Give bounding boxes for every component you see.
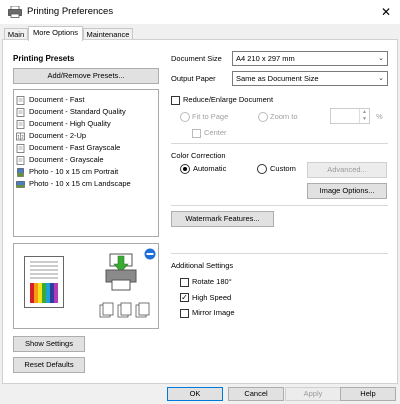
high-speed-label: High Speed [192,293,232,302]
printer-output-icon [105,253,137,291]
divider [171,143,388,144]
center-label: Center [204,128,227,137]
fit-to-page-radio[interactable] [180,112,190,122]
custom-radio[interactable] [257,164,267,174]
list-item[interactable]: Document - Grayscale [16,154,104,166]
photo-icon [17,167,24,177]
up-arrow-icon[interactable]: ▲ [359,109,369,116]
output-paper-label: Output Paper [171,74,216,83]
list-item-label: Document - Fast Grayscale [29,143,121,152]
additional-settings-heading: Additional Settings [171,261,234,270]
divider [171,253,388,254]
list-item-label: Photo - 10 x 15 cm Landscape [29,179,131,188]
automatic-radio[interactable] [180,164,190,174]
page-order-icon [99,302,150,318]
mirror-image-label: Mirror Image [192,308,235,317]
document-size-select[interactable]: A4 210 x 297 mm ⌄ [232,51,388,66]
document-icon [16,107,25,117]
list-item[interactable]: Document - Fast Grayscale [16,142,120,154]
help-button[interactable]: Help [340,387,396,401]
rotate-180-label: Rotate 180° [192,277,232,286]
output-paper-value: Same as Document Size [236,74,319,83]
advanced-button[interactable]: Advanced... [307,162,387,178]
list-item[interactable]: Document - Fast [16,94,84,106]
close-icon[interactable]: ✕ [378,4,394,20]
title-bar: Printing Preferences ✕ [0,0,400,24]
presets-list[interactable]: Document - Fast Document - Standard Qual… [13,89,159,237]
list-item-label: Photo - 10 x 15 cm Portrait [29,167,119,176]
reset-defaults-button[interactable]: Reset Defaults [13,357,85,373]
tab-strip: Main More Options Maintenance [0,24,400,41]
show-settings-button[interactable]: Show Settings [13,336,85,352]
zoom-stepper[interactable]: ▲ ▼ [330,108,370,124]
document-icon [16,143,25,153]
list-item[interactable]: Photo - 10 x 15 cm Landscape [16,178,131,190]
list-item[interactable]: Photo - 10 x 15 cm Portrait [16,166,118,178]
zoom-unit: % [376,112,383,121]
add-remove-presets-button[interactable]: Add/Remove Presets... [13,68,159,84]
list-item[interactable]: Document - High Quality [16,118,111,130]
ok-button[interactable]: OK [167,387,223,401]
list-item[interactable]: 1 2 Document - 2-Up [16,130,86,142]
mirror-image-checkbox[interactable] [180,309,189,318]
apply-button[interactable]: Apply [285,387,341,401]
reduce-enlarge-checkbox[interactable] [171,96,180,105]
photo-icon [16,180,25,188]
list-item-label: Document - High Quality [29,119,111,128]
document-size-value: A4 210 x 297 mm [236,54,295,63]
watermark-features-button[interactable]: Watermark Features... [171,211,274,227]
chevron-down-icon: ⌄ [378,55,384,62]
window-title: Printing Preferences [27,6,114,17]
custom-label: Custom [270,164,296,173]
high-speed-checkbox[interactable]: ✓ [180,293,189,302]
list-item-label: Document - 2-Up [29,131,87,140]
center-checkbox[interactable] [192,129,201,138]
page-preview-icon [24,256,64,308]
tab-more-options[interactable]: More Options [28,26,83,41]
printer-icon [8,6,22,18]
chevron-down-icon: ⌄ [378,75,384,82]
two-up-icon: 12 [16,132,25,140]
zoom-to-radio[interactable] [258,112,268,122]
cancel-button[interactable]: Cancel [228,387,284,401]
output-paper-select[interactable]: Same as Document Size ⌄ [232,71,388,86]
document-icon [16,155,25,165]
rotate-180-checkbox[interactable] [180,278,189,287]
document-icon [16,95,25,105]
zoom-to-label: Zoom to [270,112,298,121]
list-item-label: Document - Standard Quality [29,107,126,116]
fit-to-page-label: Fit to Page [192,112,229,121]
color-correction-heading: Color Correction [171,151,226,160]
document-size-label: Document Size [171,54,222,63]
reduce-enlarge-label: Reduce/Enlarge Document [183,95,274,104]
minus-status-icon [144,248,156,260]
presets-heading: Printing Presets [13,54,75,63]
image-options-button[interactable]: Image Options... [307,183,387,199]
list-item-label: Document - Grayscale [29,155,104,164]
preview-panel [13,243,159,329]
automatic-label: Automatic [193,164,227,173]
list-item-label: Document - Fast [29,95,85,104]
down-arrow-icon[interactable]: ▼ [359,116,369,123]
list-item[interactable]: Document - Standard Quality [16,106,126,118]
divider [171,205,388,206]
document-icon [16,119,25,129]
